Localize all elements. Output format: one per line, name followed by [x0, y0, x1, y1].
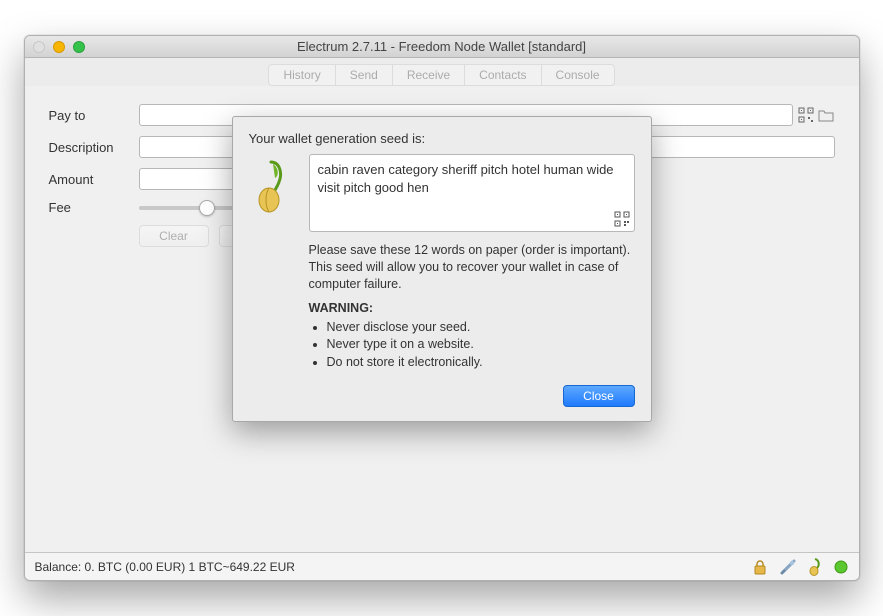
tab-bar: History Send Receive Contacts Console: [25, 58, 859, 86]
window-title: Electrum 2.7.11 - Freedom Node Wallet [s…: [25, 39, 859, 54]
fee-label: Fee: [49, 200, 139, 215]
seed-textbox[interactable]: cabin raven category sheriff pitch hotel…: [309, 154, 635, 232]
tab-contacts[interactable]: Contacts: [465, 65, 541, 85]
amount-label: Amount: [49, 172, 139, 187]
statusbar: Balance: 0. BTC (0.00 EUR) 1 BTC~649.22 …: [25, 552, 859, 580]
seed-icon: [249, 154, 299, 371]
seed-modal-heading: Your wallet generation seed is:: [249, 131, 635, 146]
pay-to-label: Pay to: [49, 108, 139, 123]
tab-send[interactable]: Send: [336, 65, 393, 85]
warning-item-3: Do not store it electronically.: [327, 354, 635, 372]
warning-list: Never disclose your seed. Never type it …: [327, 319, 635, 372]
tools-icon[interactable]: [779, 558, 797, 576]
seed-status-icon[interactable]: [807, 558, 823, 576]
warning-item-1: Never disclose your seed.: [327, 319, 635, 337]
qr-scan-icon[interactable]: [797, 106, 815, 124]
seed-qr-icon[interactable]: [614, 211, 630, 227]
fee-slider-thumb[interactable]: [199, 200, 215, 216]
tab-console[interactable]: Console: [542, 65, 614, 85]
description-label: Description: [49, 140, 139, 155]
seed-phrase-text: cabin raven category sheriff pitch hotel…: [318, 162, 614, 195]
network-status-icon[interactable]: [833, 559, 849, 575]
titlebar: Electrum 2.7.11 - Freedom Node Wallet [s…: [25, 36, 859, 58]
app-window: Electrum 2.7.11 - Freedom Node Wallet [s…: [24, 35, 860, 581]
open-file-icon[interactable]: [817, 106, 835, 124]
warning-item-2: Never type it on a website.: [327, 336, 635, 354]
seed-instructions: Please save these 12 words on paper (ord…: [309, 242, 635, 293]
close-button[interactable]: Close: [563, 385, 635, 407]
clear-button[interactable]: Clear: [139, 225, 209, 247]
warning-label: WARNING:: [309, 301, 635, 315]
lock-icon[interactable]: [751, 558, 769, 576]
balance-text: Balance: 0. BTC (0.00 EUR) 1 BTC~649.22 …: [35, 560, 295, 574]
send-panel: Pay to Description Amount BTC EUR Max: [25, 86, 859, 552]
tab-history[interactable]: History: [269, 65, 335, 85]
tab-receive[interactable]: Receive: [393, 65, 465, 85]
seed-modal: Your wallet generation seed is: cabin ra…: [232, 116, 652, 422]
